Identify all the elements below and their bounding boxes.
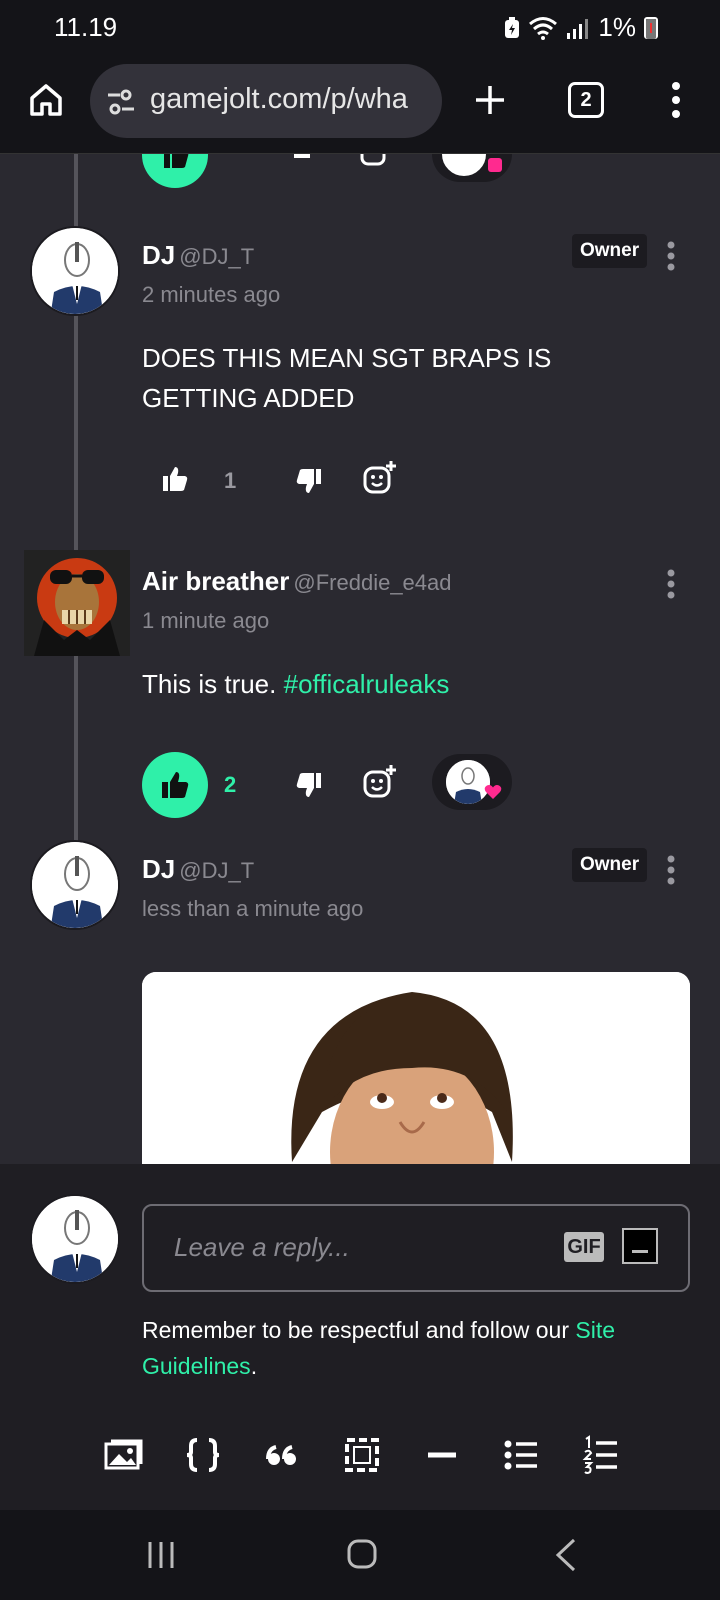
more-options-icon[interactable] (665, 568, 677, 600)
comment-body: This is true. (142, 669, 277, 699)
author-handle[interactable]: @DJ_T (179, 244, 254, 269)
add-reaction-icon-partial[interactable] (360, 154, 388, 168)
author-handle[interactable]: @Freddie_e4ad (293, 570, 451, 595)
comment-author[interactable]: DJ @DJ_T (142, 240, 254, 271)
reaction-tag-partial[interactable] (432, 154, 512, 182)
home-icon[interactable] (26, 80, 66, 120)
browser-menu-icon[interactable] (664, 80, 688, 120)
thumbs-up-icon (162, 772, 189, 798)
add-reaction-icon[interactable] (362, 764, 398, 800)
thumbs-up-icon (164, 154, 189, 168)
like-count: 1 (224, 468, 237, 493)
battery-saver-icon (505, 16, 520, 38)
battery-percent: 1% (598, 12, 636, 42)
system-navigation-bar (0, 1510, 720, 1600)
skull-avatar-icon (24, 550, 130, 656)
image-icon (104, 1439, 143, 1470)
horizontal-rule-button[interactable] (421, 1434, 463, 1476)
add-reaction-icon[interactable] (362, 460, 398, 496)
comment-author[interactable]: Air breather @Freddie_e4ad (142, 566, 452, 597)
bullet-list-icon (504, 1440, 538, 1470)
avatar[interactable] (24, 550, 130, 656)
spoiler-button[interactable] (341, 1434, 383, 1476)
quote-button[interactable] (261, 1434, 303, 1476)
comment-author[interactable]: DJ @DJ_T (142, 854, 254, 885)
sticker-icon[interactable] (622, 1228, 658, 1264)
face-photo-image (142, 972, 690, 1164)
new-tab-icon[interactable] (470, 80, 510, 120)
my-avatar[interactable] (30, 1194, 120, 1284)
code-block-button[interactable] (182, 1434, 224, 1476)
numbered-list-icon (582, 1435, 617, 1474)
reminder-suffix: . (250, 1353, 258, 1379)
comment-timestamp[interactable]: 1 minute ago (142, 608, 269, 634)
code-braces-icon (186, 1438, 219, 1472)
signal-icon (567, 18, 589, 39)
reaction-avatar (438, 154, 490, 180)
author-name[interactable]: DJ (142, 854, 175, 884)
like-button-active[interactable] (142, 154, 208, 188)
reply-panel: Leave a reply... GIF Remember to be resp… (0, 1164, 720, 1510)
bullet-list-button[interactable] (500, 1434, 542, 1476)
more-options-icon[interactable] (665, 854, 677, 886)
tab-switcher-button[interactable]: 2 (568, 82, 604, 118)
comment-thread: DJ @DJ_T Owner 2 minutes ago DOES THIS ME… (0, 154, 720, 1164)
reply-input[interactable]: Leave a reply... GIF (142, 1204, 690, 1292)
reaction-badge (488, 158, 502, 172)
address-bar[interactable]: gamejolt.com/p/wha (90, 64, 442, 138)
avatar[interactable] (30, 226, 120, 316)
status-icons: 1% (504, 12, 658, 43)
recent-apps-icon[interactable] (146, 1540, 176, 1570)
reply-placeholder: Leave a reply... (174, 1232, 350, 1262)
comment-timestamp[interactable]: 2 minutes ago (142, 282, 280, 308)
thumbs-up-icon[interactable] (160, 464, 190, 494)
comment-image[interactable] (142, 972, 690, 1164)
insert-image-button[interactable] (102, 1434, 144, 1476)
status-time: 11.19 (54, 12, 118, 42)
comment-text: This is true. #officalruleaks (142, 664, 662, 704)
author-name[interactable]: Air breather (142, 566, 289, 596)
like-count: 2 (224, 772, 237, 797)
author-handle[interactable]: @DJ_T (179, 858, 254, 883)
battery-low-icon (644, 16, 658, 39)
hashtag-link[interactable]: #officalruleaks (284, 669, 450, 699)
url-text[interactable]: gamejolt.com/p/wha (150, 83, 408, 116)
suit-man-avatar-icon (32, 1196, 118, 1282)
reaction-tag[interactable] (432, 754, 512, 810)
home-nav-icon[interactable] (346, 1538, 378, 1570)
heart-icon (484, 785, 502, 799)
like-button-active[interactable] (142, 752, 208, 818)
quote-icon (266, 1445, 297, 1465)
comment-text: DOES THIS MEAN SGT BRAPS IS GETTING ADDE… (142, 343, 552, 413)
owner-badge: Owner (572, 234, 648, 268)
browser-toolbar: gamejolt.com/p/wha 2 (0, 52, 720, 154)
wifi-icon (529, 16, 558, 40)
suit-man-avatar-icon (32, 228, 118, 314)
thumbs-down-icon[interactable] (294, 770, 324, 800)
avatar[interactable] (30, 840, 120, 930)
comment-timestamp[interactable]: less than a minute ago (142, 896, 363, 922)
sticker-face-icon (626, 1232, 654, 1260)
site-settings-icon[interactable] (106, 88, 136, 116)
spoiler-icon (344, 1438, 379, 1472)
numbered-list-button[interactable] (580, 1434, 622, 1476)
back-icon[interactable] (554, 1538, 578, 1572)
editor-toolbar (102, 1430, 622, 1480)
guidelines-reminder: Remember to be respectful and follow our… (142, 1312, 682, 1384)
suit-man-avatar-icon (32, 842, 118, 928)
horizontal-rule-icon (427, 1452, 456, 1458)
reaction-avatar (442, 756, 494, 808)
status-bar: 11.19 1% (0, 0, 720, 52)
thumbs-down-icon-partial[interactable] (290, 154, 316, 162)
more-options-icon[interactable] (665, 240, 677, 272)
thumbs-down-icon[interactable] (294, 466, 324, 496)
reminder-text: Remember to be respectful and follow our (142, 1317, 569, 1343)
owner-badge: Owner (572, 848, 648, 882)
author-name[interactable]: DJ (142, 240, 175, 270)
gif-icon[interactable]: GIF (564, 1232, 604, 1262)
